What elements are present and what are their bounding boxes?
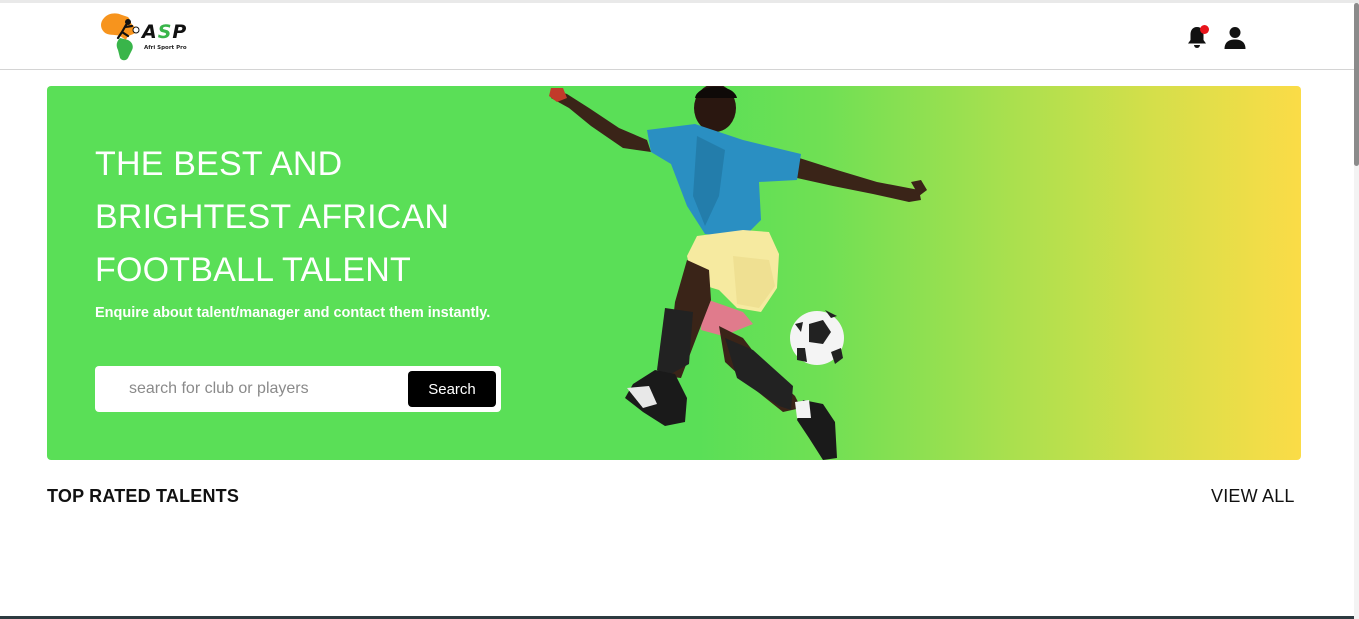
hero-subtitle: Enquire about talent/manager and contact… (95, 305, 491, 321)
profile-button[interactable] (1222, 23, 1248, 51)
hero-title-line: THE BEST AND (95, 145, 343, 183)
search-bar: Search (95, 366, 501, 412)
logo-subtitle: Afri Sport Pro (144, 45, 187, 51)
logo-wordmark: ASP (142, 21, 188, 43)
hero-title-line: BRIGHTEST AFRICAN (95, 198, 450, 236)
hero-title: THE BEST AND BRIGHTEST AFRICAN FOOTBALL … (95, 138, 555, 297)
page-scrollbar[interactable] (1354, 3, 1359, 619)
asp-logo[interactable]: ASP Afri Sport Pro (98, 12, 202, 64)
footballer-kicking-image (549, 86, 927, 460)
notifications-button[interactable] (1184, 23, 1210, 51)
site-header: ASP Afri Sport Pro (0, 3, 1354, 70)
africa-map-logo-icon (101, 13, 140, 61)
user-icon (1224, 27, 1246, 49)
search-button[interactable]: Search (408, 371, 496, 407)
unread-notification-dot (1200, 25, 1209, 34)
hero-title-line: FOOTBALL TALENT (95, 251, 412, 289)
view-all-link[interactable]: VIEW ALL (1211, 486, 1295, 507)
top-rated-talents-heading: TOP RATED TALENTS (47, 486, 240, 506)
search-input[interactable] (105, 370, 405, 408)
hero-banner: THE BEST AND BRIGHTEST AFRICAN FOOTBALL … (47, 86, 1301, 460)
scrollbar-thumb[interactable] (1354, 3, 1359, 166)
